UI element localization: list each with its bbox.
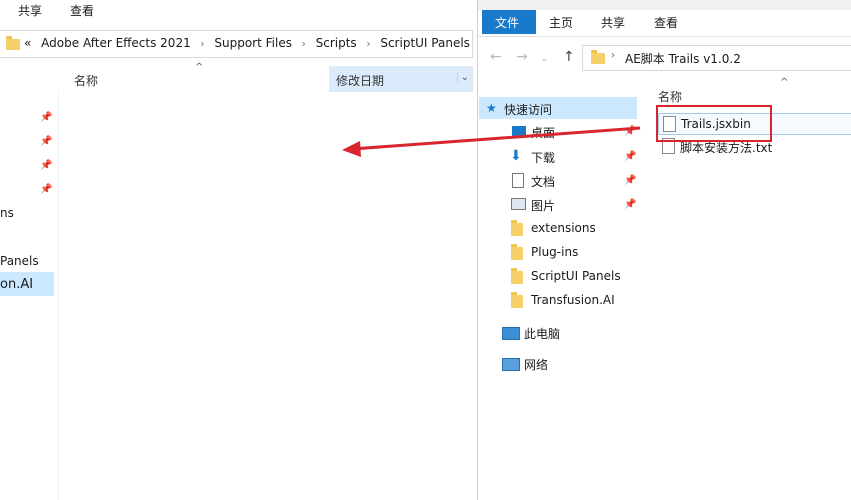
drag-arrow-annotation (342, 126, 641, 157)
arrow-shaft (351, 126, 641, 151)
arrow-head (342, 141, 361, 157)
